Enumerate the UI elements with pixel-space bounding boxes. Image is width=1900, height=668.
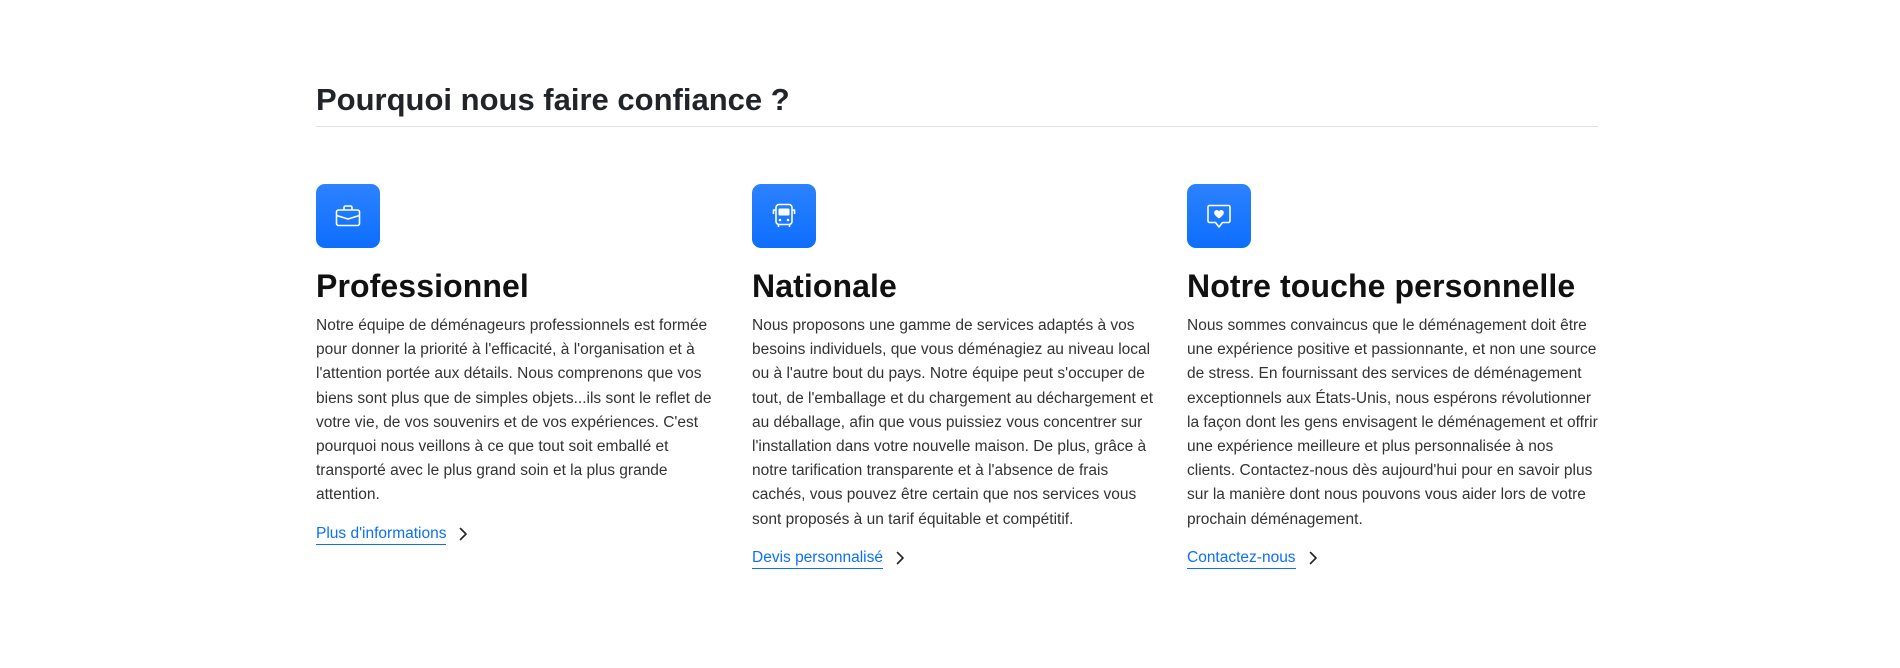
- feature-professionnel: Professionnel Notre équipe de déménageur…: [316, 184, 728, 545]
- feature-description: Notre équipe de déménageurs professionne…: [316, 317, 712, 504]
- feature-nationale: Nationale Nous proposons une gamme de se…: [752, 184, 1164, 569]
- chevron-right-icon: [1306, 551, 1320, 565]
- quote-link[interactable]: Devis personnalisé: [752, 548, 907, 569]
- contact-link[interactable]: Contactez-nous: [1187, 548, 1320, 569]
- bus-icon: [752, 184, 816, 248]
- feature-description: Nous sommes convaincus que le déménageme…: [1187, 317, 1598, 528]
- feature-title: Nationale: [752, 268, 897, 304]
- link-label: Devis personnalisé: [752, 548, 883, 569]
- feature-description: Nous proposons une gamme de services ada…: [752, 317, 1154, 528]
- chat-heart-icon: [1187, 184, 1251, 248]
- title-divider: [316, 126, 1598, 127]
- section-title: Pourquoi nous faire confiance ?: [316, 82, 790, 117]
- briefcase-icon: [316, 184, 380, 248]
- chevron-right-icon: [893, 551, 907, 565]
- feature-title: Notre touche personnelle: [1187, 268, 1576, 304]
- feature-title: Professionnel: [316, 268, 529, 304]
- chevron-right-icon: [456, 527, 470, 541]
- link-label: Plus d'informations: [316, 524, 447, 545]
- feature-touche-personnelle: Notre touche personnelle Nous sommes con…: [1187, 184, 1599, 569]
- more-info-link[interactable]: Plus d'informations: [316, 524, 470, 545]
- link-label: Contactez-nous: [1187, 548, 1296, 569]
